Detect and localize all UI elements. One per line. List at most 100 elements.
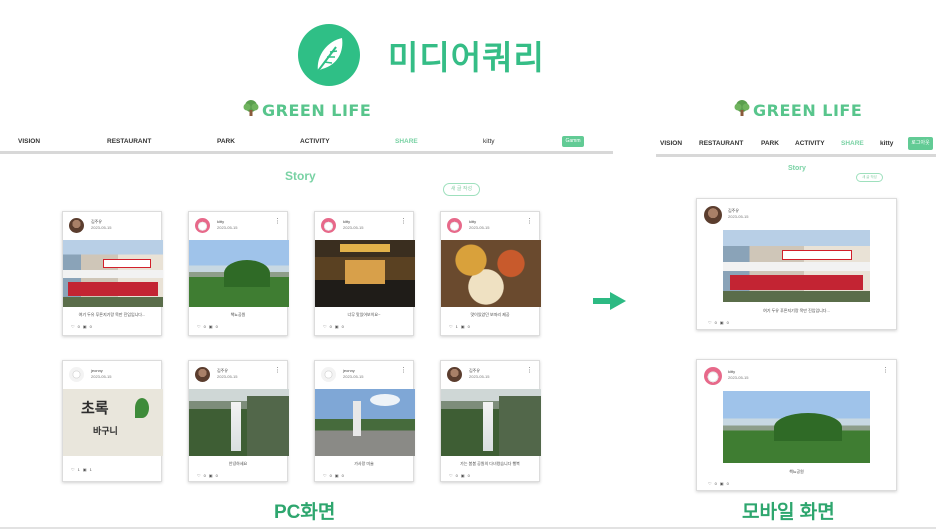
mobile-write-button[interactable]: 새 글 작성 xyxy=(856,173,883,182)
comment-icon[interactable]: ▣ xyxy=(209,473,213,478)
comment-icon[interactable]: ▣ xyxy=(83,467,87,472)
comment-count: 0 xyxy=(467,473,470,478)
comment-icon[interactable]: ▣ xyxy=(209,324,213,329)
post-footer: ♡ 0 ▣ 0 xyxy=(323,473,344,478)
post-photo-street[interactable] xyxy=(63,240,163,307)
heart-icon[interactable]: ♡ xyxy=(71,467,75,472)
nav-share[interactable]: SHARE xyxy=(395,138,418,145)
avatar xyxy=(704,206,722,224)
arrow-right-icon xyxy=(593,298,611,304)
post-caption: 가사랑 미술 xyxy=(354,461,374,466)
kebab-icon[interactable]: ⋮ xyxy=(274,218,281,225)
comment-icon[interactable]: ▣ xyxy=(720,481,724,486)
nav-restaurant[interactable]: RESTAURANT xyxy=(699,140,743,147)
nav-vision[interactable]: VISION xyxy=(18,138,40,145)
nav-activity[interactable]: ACTIVITY xyxy=(795,140,825,147)
brand-text: GREEN LIFE xyxy=(753,100,863,120)
pc-post-card-2[interactable]: kitty 2023-05-15 ⋮ 책뇨공원 ♡ 0 ▣ 0 xyxy=(188,211,289,336)
heart-icon[interactable]: ♡ xyxy=(71,324,75,329)
post-footer: ♡ 0 ▣ 0 xyxy=(197,473,218,478)
post-photo-food[interactable] xyxy=(441,240,541,307)
nav-user[interactable]: kitty xyxy=(483,138,495,145)
comment-count: 0 xyxy=(89,324,92,329)
post-caption: 너무 맛있어보이요~ xyxy=(347,312,381,317)
kebab-icon[interactable]: ⋮ xyxy=(882,367,889,374)
nav-restaurant[interactable]: RESTAURANT xyxy=(107,138,151,145)
avatar xyxy=(69,367,84,382)
heart-icon[interactable]: ♡ xyxy=(197,324,201,329)
nav-activity[interactable]: ACTIVITY xyxy=(300,138,330,145)
heart-icon[interactable]: ♡ xyxy=(708,481,712,486)
comment-icon[interactable]: ▣ xyxy=(461,473,465,478)
post-footer: ♡ 0 ▣ 0 xyxy=(449,473,470,478)
post-footer: ♡ 0 ▣ 0 xyxy=(323,324,344,329)
post-author: kitty xyxy=(469,219,477,224)
nav-park[interactable]: PARK xyxy=(217,138,235,145)
kebab-icon[interactable]: ⋮ xyxy=(400,367,407,374)
post-author: jeonny xyxy=(343,368,355,373)
post-footer: ♡ 1 ▣ 1 xyxy=(71,467,92,472)
pc-post-card-4[interactable]: kitty 2023-05-15 ⋮ 맛이있었던 보따리 제공 ♡ 1 ▣ 0 xyxy=(440,211,541,336)
comment-count: 0 xyxy=(341,324,344,329)
mobile-story-title: Story xyxy=(788,165,806,172)
post-date: 2023-05-15 xyxy=(91,225,112,230)
pc-post-card-7[interactable]: jeonny 2023-05-15 ⋮ 가사랑 미술 ♡ 0 ▣ 0 xyxy=(314,360,415,482)
nav-share[interactable]: SHARE xyxy=(841,140,864,147)
post-photo-waterfall[interactable] xyxy=(441,389,541,456)
kebab-icon[interactable]: ⋮ xyxy=(274,367,281,374)
kebab-icon[interactable]: ⋮ xyxy=(526,367,533,374)
tree-icon xyxy=(242,99,260,121)
comment-icon[interactable]: ▣ xyxy=(461,324,465,329)
post-footer: ♡ 0 ▣ 0 xyxy=(71,324,92,329)
post-caption: 맛이있었던 보따리 제공 xyxy=(470,312,510,317)
pc-post-card-5[interactable]: jeonny 2023-05-15 초록 바구니 ♡ 1 ▣ 1 xyxy=(62,360,163,482)
avatar xyxy=(321,218,336,233)
nav-user[interactable]: kitty xyxy=(880,140,893,147)
heart-icon[interactable]: ♡ xyxy=(323,324,327,329)
pc-post-card-3[interactable]: kitty 2023-05-15 ⋮ 너무 맛있어보이요~ ♡ 0 ▣ 0 xyxy=(314,211,415,336)
post-photo-waterfall[interactable] xyxy=(189,389,289,456)
post-photo-hill[interactable] xyxy=(723,391,870,463)
heart-icon[interactable]: ♡ xyxy=(323,473,327,478)
kebab-icon[interactable]: ⋮ xyxy=(400,218,407,225)
post-date: 2023-05-15 xyxy=(343,374,364,379)
post-caption: 여기 두유 푸른지기랑 목만 진입입니다... xyxy=(763,308,830,313)
mobile-post-card-1[interactable]: 김주유 2023-05-15 여기 두유 푸른지기랑 목만 진입입니다... ♡… xyxy=(696,198,897,330)
heart-icon[interactable]: ♡ xyxy=(708,320,712,325)
post-date: 2023-05-15 xyxy=(728,214,749,219)
post-footer: ♡ 1 ▣ 0 xyxy=(449,324,470,329)
avatar xyxy=(195,218,210,233)
avatar xyxy=(195,367,210,382)
heart-icon[interactable]: ♡ xyxy=(449,324,453,329)
comment-icon[interactable]: ▣ xyxy=(335,324,339,329)
pc-logout-button[interactable]: Gamm xyxy=(562,136,584,147)
post-photo-sign[interactable]: 초록 바구니 xyxy=(63,389,163,456)
post-photo-cafe[interactable] xyxy=(315,240,415,307)
post-photo-street[interactable] xyxy=(723,230,870,302)
like-count: 0 xyxy=(329,324,332,329)
nav-park[interactable]: PARK xyxy=(761,140,779,147)
pc-post-card-6[interactable]: 김주유 2023-05-15 ⋮ 안녕하세요 ♡ 0 ▣ 0 xyxy=(188,360,289,482)
mobile-post-card-2[interactable]: kitty 2023-05-15 ⋮ 책뇨공원 ♡ 0 ▣ 0 xyxy=(696,359,897,491)
mobile-brand-logo[interactable]: GREEN LIFE xyxy=(733,99,862,121)
comment-icon[interactable]: ▣ xyxy=(720,320,724,325)
pc-brand-logo[interactable]: GREEN LIFE xyxy=(242,99,371,121)
nav-vision[interactable]: VISION xyxy=(660,140,682,147)
comment-count: 0 xyxy=(726,481,729,486)
heart-icon[interactable]: ♡ xyxy=(449,473,453,478)
avatar xyxy=(321,367,336,382)
post-photo-town[interactable] xyxy=(315,389,415,456)
pc-write-button[interactable]: 새 글 작성 xyxy=(443,183,480,196)
pc-post-card-1[interactable]: 김주유 2023-05-15 여기 두유 푸른지기랑 목만 진입입니다... ♡… xyxy=(62,211,163,336)
pc-screen-label: PC화면 xyxy=(274,502,336,523)
mobile-logout-button[interactable]: 로그아웃 xyxy=(908,137,933,150)
like-count: 0 xyxy=(329,473,332,478)
comment-icon[interactable]: ▣ xyxy=(83,324,87,329)
comment-icon[interactable]: ▣ xyxy=(335,473,339,478)
like-count: 1 xyxy=(455,324,458,329)
kebab-icon[interactable]: ⋮ xyxy=(526,218,533,225)
post-photo-hill[interactable] xyxy=(189,240,289,307)
heart-icon[interactable]: ♡ xyxy=(197,473,201,478)
post-caption: 책뇨공원 xyxy=(230,312,246,317)
pc-post-card-8[interactable]: 김주유 2023-05-15 ⋮ 가는 봄봄 공원의 다녀왔습니다 행복 ♡ 0 … xyxy=(440,360,541,482)
